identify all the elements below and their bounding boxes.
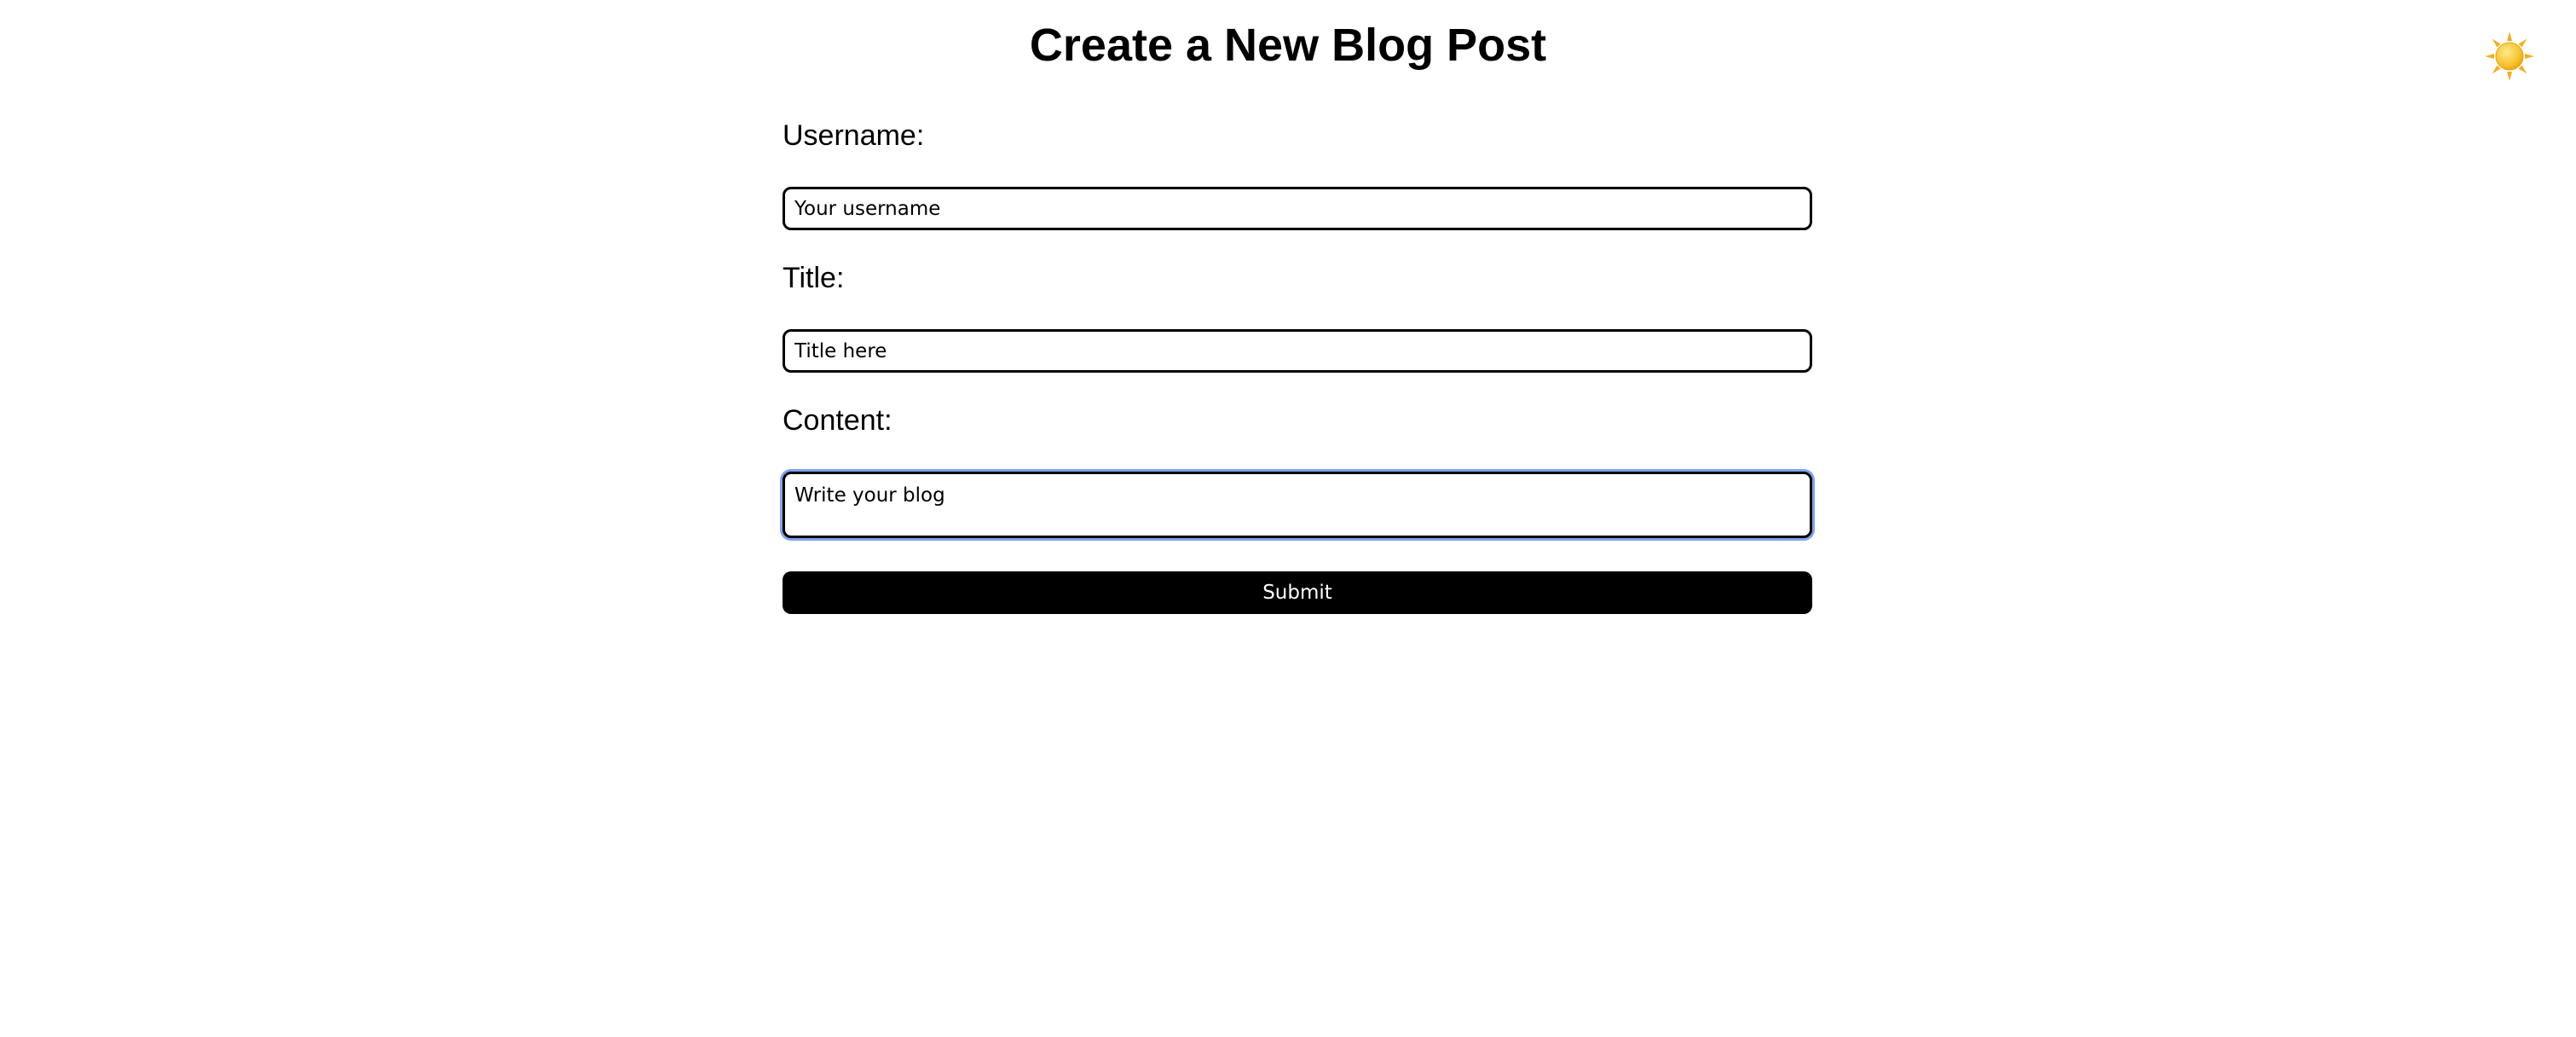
sun-icon (2484, 31, 2535, 82)
submit-button[interactable]: Submit (783, 571, 1812, 614)
page-title: Create a New Blog Post (1029, 20, 1547, 71)
title-label: Title: (783, 262, 845, 294)
theme-toggle-button[interactable] (2484, 31, 2535, 82)
username-input[interactable] (783, 187, 1812, 230)
content-label: Content: (783, 404, 892, 437)
title-input[interactable] (783, 329, 1812, 373)
username-label: Username: (783, 119, 925, 152)
content-textarea[interactable] (783, 472, 1812, 538)
